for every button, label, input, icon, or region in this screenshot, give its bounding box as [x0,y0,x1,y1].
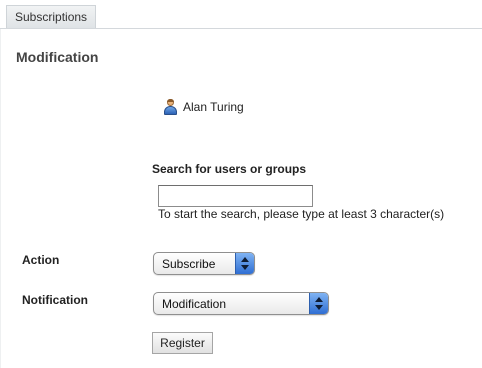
action-select-value: Subscribe [162,256,216,271]
action-label: Action [22,253,60,267]
notification-select[interactable]: Modification [153,292,329,315]
search-label: Search for users or groups [152,162,307,176]
notification-select-value: Modification [162,296,227,311]
select-arrows-icon [309,293,328,314]
search-hint: To start the search, please type at leas… [158,207,445,221]
select-arrows-icon [235,253,254,274]
user-name: Alan Turing [183,100,244,114]
page-title: Modification [16,49,99,65]
register-button[interactable]: Register [152,332,213,354]
action-select[interactable]: Subscribe [153,252,255,275]
notification-label: Notification [22,293,88,307]
tab-subscriptions[interactable]: Subscriptions [6,5,97,28]
tab-bar: Subscriptions [0,0,482,29]
selected-user: Alan Turing [163,98,244,116]
user-icon [163,99,178,115]
search-input[interactable] [158,185,313,207]
